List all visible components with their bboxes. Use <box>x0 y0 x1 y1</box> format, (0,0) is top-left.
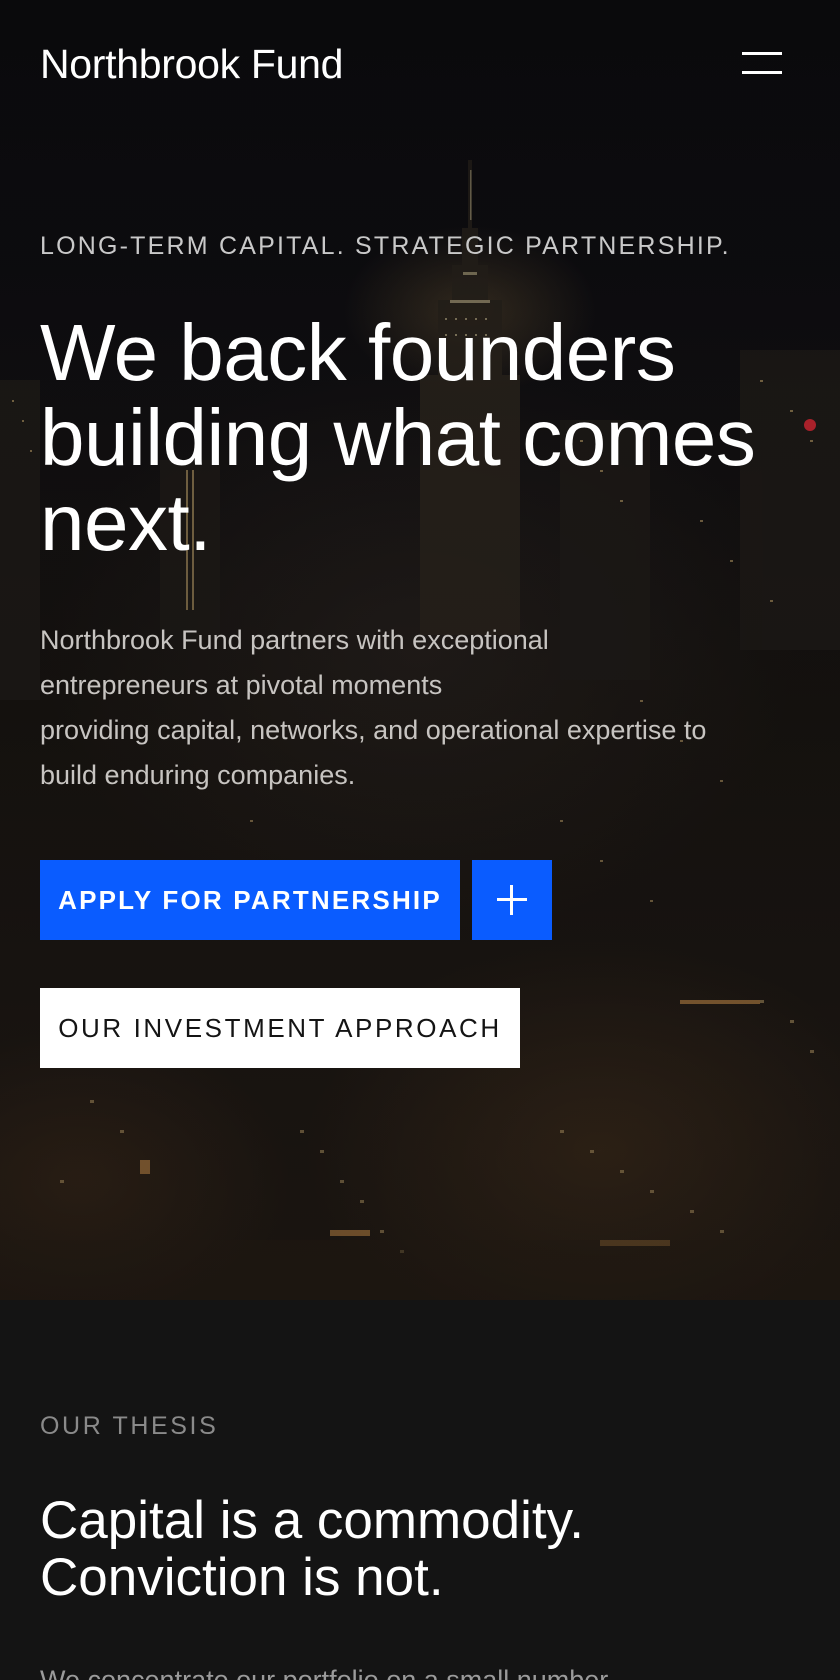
hero-headline: We back founders building what comes nex… <box>40 308 756 567</box>
thesis-title: Capital is a commodity. Conviction is no… <box>40 1492 800 1606</box>
plus-icon-vertical-stroke <box>510 885 513 915</box>
apply-for-partnership-button[interactable]: APPLY FOR PARTNERSHIP <box>40 860 460 940</box>
thesis-body: We concentrate our portfolio on a small … <box>40 1665 609 1680</box>
brand-logo-link[interactable]: Northbrook Fund <box>40 41 343 88</box>
thesis-title-line: Capital is a commodity. <box>40 1491 584 1550</box>
hero-lede-line: entrepreneurs at pivotal moments <box>40 670 443 700</box>
hero-eyebrow: LONG-TERM CAPITAL. STRATEGIC PARTNERSHIP… <box>40 232 731 260</box>
menu-line-bottom <box>742 71 782 74</box>
hamburger-menu-icon[interactable] <box>742 49 782 79</box>
hero-cta-row: APPLY FOR PARTNERSHIP <box>40 860 552 940</box>
thesis-eyebrow: OUR THESIS <box>40 1412 219 1440</box>
thesis-title-line: Conviction is not. <box>40 1548 444 1607</box>
page: Northbrook Fund LONG-TERM CAPITAL. STRAT… <box>0 0 840 1680</box>
site-header: Northbrook Fund <box>0 0 840 128</box>
thesis-section: OUR THESIS Capital is a commodity. Convi… <box>0 1300 840 1680</box>
menu-line-top <box>742 52 782 55</box>
hero-lede-line: providing capital, networks, and operati… <box>40 715 707 745</box>
hero-lede: Northbrook Fund partners with exceptiona… <box>40 618 800 798</box>
hero-lede-line: build enduring companies. <box>40 760 356 790</box>
investment-approach-button[interactable]: OUR INVESTMENT APPROACH <box>40 988 520 1068</box>
hero-lede-line: Northbrook Fund partners with exceptiona… <box>40 625 549 655</box>
plus-icon-button[interactable] <box>472 860 552 940</box>
hero-section: Northbrook Fund LONG-TERM CAPITAL. STRAT… <box>0 0 840 1300</box>
